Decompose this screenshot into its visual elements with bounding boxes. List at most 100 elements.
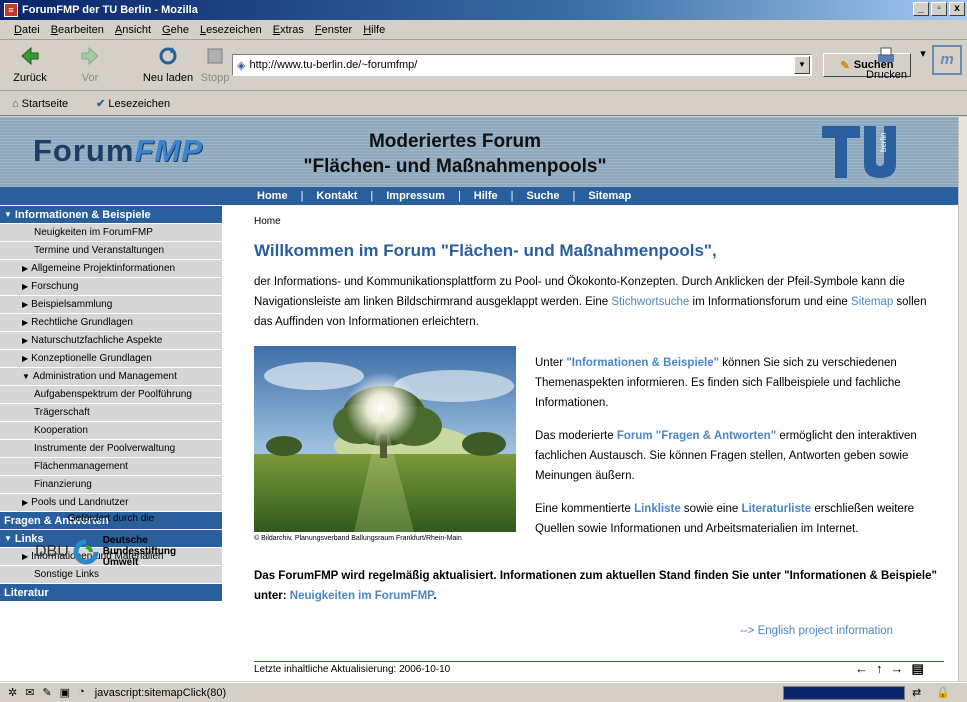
bookmark-home[interactable]: ⌂ Startseite [12, 98, 82, 110]
vertical-scrollbar[interactable] [958, 117, 967, 681]
linkliste-link[interactable]: Linkliste [634, 503, 681, 515]
nav-impressum[interactable]: Impressum [386, 190, 445, 202]
forumfmp-logo[interactable]: ForumFMP [33, 133, 203, 169]
sidebar-item[interactable]: Finanzierung [0, 476, 222, 494]
english-info-link[interactable]: --> English project information [740, 621, 940, 641]
sidebar-section-informationen[interactable]: ▼ Informationen & Beispiele [0, 206, 222, 224]
landscape-photo [254, 346, 516, 532]
printer-icon [878, 47, 894, 62]
print-dropdown-icon[interactable]: ▾ [918, 47, 928, 60]
sidebar-item-label: Trägerschaft [34, 407, 90, 418]
menu-datei[interactable]: Datei [14, 24, 40, 36]
neuigkeiten-link[interactable]: Neuigkeiten im ForumFMP [290, 590, 434, 602]
forward-arrow-icon [81, 46, 99, 66]
menu-extras[interactable]: Extras [273, 24, 304, 36]
triangle-right-icon: ▶ [22, 264, 29, 273]
sidebar-item-label: Kooperation [34, 425, 88, 436]
footer-divider [254, 661, 944, 662]
url-field[interactable]: ◈ http://www.tu-berlin.de/~forumfmp/ ▼ [232, 54, 812, 76]
sidebar-item-label: Beispielsammlung [31, 299, 113, 310]
menu-fenster[interactable]: Fenster [315, 24, 352, 36]
sidebar-item[interactable]: Aufgabenspektrum der Poolführung [0, 386, 222, 404]
sidebar-item[interactable]: ▶ Forschung [0, 278, 222, 296]
stop-icon [207, 48, 223, 64]
sidebar-item[interactable]: Flächenmanagement [0, 458, 222, 476]
sidebar-item[interactable]: Instrumente der Poolverwaltung [0, 440, 222, 458]
page-icon: ◈ [237, 59, 246, 72]
composer-icon[interactable]: ✎ [42, 686, 51, 699]
sidebar-item-label: Naturschutzfachliche Aspekte [31, 335, 163, 346]
arrow-left-icon[interactable]: ← [855, 661, 868, 677]
back-button[interactable]: Zurück [8, 45, 52, 84]
sidebar-item[interactable]: Kooperation [0, 422, 222, 440]
sidebar-section-label: Informationen & Beispiele [14, 208, 151, 221]
footer-nav: ← ↑ → ▤ [855, 661, 924, 677]
sidebar-items-informationen: Neuigkeiten im ForumFMP Termine und Veran… [0, 224, 222, 512]
menu-ansicht[interactable]: Ansicht [115, 24, 151, 36]
sidebar-item[interactable]: ▶ Beispielsammlung [0, 296, 222, 314]
url-dropdown-button[interactable]: ▼ [794, 56, 810, 74]
intro-text-b: im Informationsforum und eine [689, 296, 852, 308]
sidebar-item[interactable]: Trägerschaft [0, 404, 222, 422]
sidebar-item[interactable]: ▶ Rechtliche Grundlagen [0, 314, 222, 332]
back-label: Zurück [13, 72, 47, 84]
menu-gehe[interactable]: Gehe [162, 24, 189, 36]
nav-sitemap[interactable]: Sitemap [588, 190, 631, 202]
sidebar-item-label: Instrumente der Poolverwaltung [34, 443, 176, 454]
triangle-down-icon: ▼ [4, 534, 12, 543]
informationen-link[interactable]: "Informationen & Beispiele" [566, 357, 719, 369]
literaturliste-link[interactable]: Literaturliste [741, 503, 811, 515]
dbu-name: Deutsche Bundesstiftung Umwelt [103, 535, 176, 568]
sidebar-item[interactable]: ▼ Administration und Management [0, 368, 222, 386]
menu-bearbeiten[interactable]: Bearbeiten [51, 24, 104, 36]
sidebar-item[interactable]: ▶ Allgemeine Projektinformationen [0, 260, 222, 278]
print-button[interactable]: Drucken [866, 45, 907, 81]
last-update-text: Letzte inhaltliche Aktualisierung: 2006-… [254, 664, 451, 675]
sidebar-item[interactable]: ▶ Naturschutzfachliche Aspekte [0, 332, 222, 350]
sidebar-item-label: Administration und Management [32, 371, 177, 382]
p2-text-a: Das moderierte [535, 430, 617, 442]
forum-paragraph: Das moderierte Forum "Fragen & Antworten… [535, 426, 940, 486]
triangle-down-icon: ▼ [4, 210, 12, 219]
dbu-emblem-icon [73, 539, 99, 564]
main-content: Home Willkommen im Forum "Flächen- und M… [254, 206, 944, 681]
forum-fragen-link[interactable]: Forum "Fragen & Antworten" [617, 430, 776, 442]
triangle-right-icon: ▶ [22, 552, 29, 561]
minimize-button[interactable]: _ [913, 2, 929, 16]
arrow-right-icon[interactable]: → [891, 661, 904, 677]
sidebar-item[interactable]: Neuigkeiten im ForumFMP [0, 224, 222, 242]
sidebar-item[interactable]: Termine und Veranstaltungen [0, 242, 222, 260]
arrow-up-icon[interactable]: ↑ [876, 661, 883, 677]
sidebar-item[interactable]: Sonstige Links [0, 566, 222, 584]
dbu-logo[interactable]: DBU Deutsche Bundesstiftung Umwelt [35, 535, 176, 568]
nav-hilfe[interactable]: Hilfe [474, 190, 498, 202]
navigator-icon[interactable]: ✲ [8, 686, 17, 699]
nav-kontakt[interactable]: Kontakt [316, 190, 357, 202]
sidebar-item[interactable]: ▶ Konzeptionelle Grundlagen [0, 350, 222, 368]
sitemap-link[interactable]: Sitemap [851, 296, 893, 308]
stichwortsuche-link[interactable]: Stichwortsuche [611, 296, 689, 308]
close-button[interactable]: x [949, 2, 965, 16]
mail-icon[interactable]: ✉ [25, 686, 34, 699]
sidebar-item-label: Forschung [31, 281, 79, 292]
sidebar-section-literatur[interactable]: Literatur [0, 584, 222, 602]
bookmark-folder[interactable]: ✔ Lesezeichen [96, 97, 184, 111]
intro-paragraph: der Informations- und Kommunikationsplat… [254, 272, 944, 332]
window-title: ForumFMP der TU Berlin - Mozilla [22, 4, 198, 16]
sidebar-item-label: Aufgabenspektrum der Poolführung [34, 389, 192, 400]
reload-button[interactable]: Neu laden [142, 45, 194, 84]
maximize-button[interactable]: ▫ [931, 2, 947, 16]
nav-home[interactable]: Home [257, 190, 288, 202]
p3-text-b: sowie eine [680, 503, 742, 515]
irc-icon[interactable]: ◔ [78, 686, 85, 699]
menu-lesezeichen[interactable]: Lesezeichen [200, 24, 262, 36]
stop-button[interactable]: Stopp [198, 45, 232, 84]
tu-berlin-logo[interactable]: berlin [820, 122, 900, 182]
nav-suche[interactable]: Suche [527, 190, 560, 202]
menu-hilfe[interactable]: Hilfe [363, 24, 385, 36]
forward-button[interactable]: Vor [68, 45, 112, 84]
addressbook-icon[interactable]: ▣ [60, 686, 70, 699]
printer-icon[interactable]: ▤ [912, 661, 924, 677]
sidebar-item[interactable]: ▶ Pools und Landnutzer [0, 494, 222, 512]
update-paragraph: Das ForumFMP wird regelmäßig aktualisier… [254, 566, 944, 606]
